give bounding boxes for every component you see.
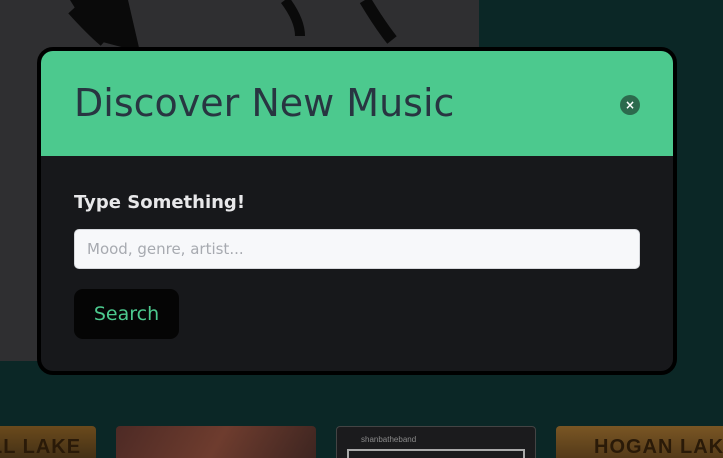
search-input[interactable] <box>74 229 640 269</box>
album-card-title: HOGAN LAKE <box>594 436 723 458</box>
modal-body: Type Something! Search <box>41 156 673 371</box>
search-label: Type Something! <box>74 192 246 213</box>
album-card[interactable]: LL LAKE <box>0 426 96 458</box>
album-card-frame <box>347 449 525 458</box>
discover-modal: Discover New Music × Type Something! Sea… <box>37 47 677 375</box>
album-card-title: LL LAKE <box>0 436 82 458</box>
album-card[interactable]: shanbatheband <box>336 426 536 458</box>
album-card[interactable]: HOGAN LAKE <box>556 426 723 458</box>
album-card-title: shanbatheband <box>361 435 417 444</box>
modal-title: Discover New Music <box>74 81 455 125</box>
modal-header: Discover New Music × <box>41 51 673 156</box>
close-icon[interactable]: × <box>620 95 640 115</box>
album-card[interactable] <box>116 426 316 458</box>
search-button[interactable]: Search <box>74 289 179 339</box>
page: LL LAKE shanbatheband HOGAN LAKE Discove… <box>0 0 723 458</box>
